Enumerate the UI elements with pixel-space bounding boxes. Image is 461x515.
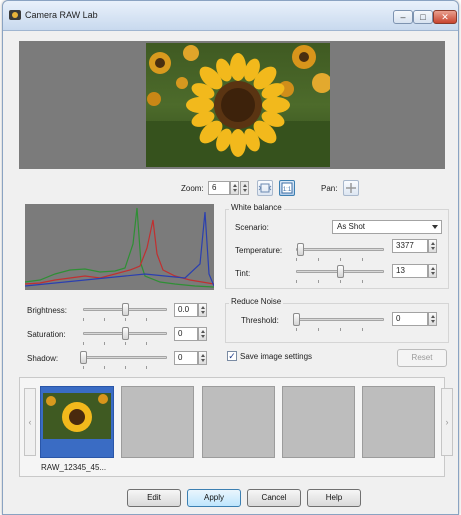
actual-size-icon[interactable]: 1:1 <box>279 180 295 196</box>
temperature-slider[interactable] <box>296 243 384 261</box>
svg-text:1:1: 1:1 <box>283 187 292 193</box>
temperature-input[interactable]: 3377 <box>392 239 428 253</box>
thumbnail-slot[interactable] <box>282 386 355 458</box>
brightness-spinner[interactable] <box>198 303 207 317</box>
slider-ticks <box>296 258 384 261</box>
close-button[interactable]: ✕ <box>433 10 457 24</box>
thumbnail-slot[interactable] <box>202 386 275 458</box>
thumbnail-selected[interactable] <box>40 386 114 458</box>
shadow-label: Shadow: <box>27 354 59 363</box>
threshold-input[interactable]: 0 <box>392 312 428 326</box>
help-button[interactable]: Help <box>307 489 361 507</box>
maximize-button[interactable]: □ <box>413 10 433 24</box>
zoom-label: Zoom: <box>181 184 204 193</box>
camera-raw-lab-window: Camera RAW Lab – □ ✕ Zoom: 6 1:1 Pan: Br… <box>2 0 459 515</box>
scenario-select[interactable]: As Shot <box>332 220 442 234</box>
pan-label: Pan: <box>321 184 338 193</box>
slider-ticks <box>83 342 167 345</box>
saturation-label: Saturation: <box>27 330 66 339</box>
slider-ticks <box>83 366 167 369</box>
slider-track[interactable] <box>296 318 384 321</box>
scenario-value: As Shot <box>337 222 366 231</box>
zoom-input[interactable]: 6 <box>208 181 230 195</box>
edit-button[interactable]: Edit <box>127 489 181 507</box>
sunflower-photo <box>146 43 330 167</box>
slider-track[interactable] <box>296 248 384 251</box>
threshold-label: Threshold: <box>241 316 279 325</box>
pan-icon[interactable] <box>343 180 359 196</box>
brightness-slider[interactable] <box>83 303 167 321</box>
shadow-input[interactable]: 0 <box>174 351 198 365</box>
reduce-noise-title: Reduce Noise <box>229 297 284 306</box>
thumbnail-slot[interactable] <box>362 386 435 458</box>
shadow-spinner[interactable] <box>198 351 207 365</box>
image-preview[interactable] <box>19 41 445 169</box>
slider-thumb[interactable] <box>80 351 87 364</box>
slider-thumb[interactable] <box>337 265 344 278</box>
histogram <box>24 204 215 290</box>
temperature-label: Temperature: <box>235 246 283 255</box>
white-balance-title: White balance <box>229 203 284 212</box>
zoom-dropdown-arrow[interactable] <box>240 181 249 195</box>
brightness-label: Brightness: <box>27 306 68 315</box>
scroll-left-button[interactable]: ‹ <box>24 388 36 456</box>
thumbnail-caption: RAW_12345_45... <box>41 463 107 472</box>
saturation-spinner[interactable] <box>198 327 207 341</box>
threshold-spinner[interactable] <box>428 312 437 326</box>
reset-button[interactable]: Reset <box>397 349 447 367</box>
temperature-spinner[interactable] <box>428 239 437 253</box>
zoom-spinner[interactable] <box>230 181 239 195</box>
save-settings-label: Save image settings <box>240 352 313 361</box>
saturation-input[interactable]: 0 <box>174 327 198 341</box>
slider-ticks <box>83 318 167 321</box>
tint-input[interactable]: 13 <box>392 264 428 278</box>
slider-ticks <box>296 328 384 331</box>
slider-ticks <box>296 280 384 283</box>
scroll-right-button[interactable]: › <box>441 388 453 456</box>
chevron-down-icon <box>432 225 438 232</box>
shadow-slider[interactable] <box>80 351 167 369</box>
slider-track[interactable] <box>83 356 167 359</box>
tint-label: Tint: <box>235 269 251 278</box>
app-icon <box>9 10 21 20</box>
slider-thumb[interactable] <box>122 327 129 340</box>
threshold-slider[interactable] <box>293 313 384 331</box>
scenario-label: Scenario: <box>235 223 269 232</box>
slider-thumb[interactable] <box>297 243 305 256</box>
fit-to-window-icon[interactable] <box>257 180 273 196</box>
thumbnail-slot[interactable] <box>121 386 194 458</box>
cancel-button[interactable]: Cancel <box>247 489 301 507</box>
apply-button[interactable]: Apply <box>187 489 241 507</box>
slider-thumb[interactable] <box>122 303 129 316</box>
tint-spinner[interactable] <box>428 264 437 278</box>
thumbnail-strip: ‹ RAW_12345_45... › <box>19 377 453 477</box>
save-settings-checkbox[interactable]: ✓ <box>227 351 237 361</box>
saturation-slider[interactable] <box>83 327 167 345</box>
brightness-input[interactable]: 0.0 <box>174 303 198 317</box>
title-bar: Camera RAW Lab – □ ✕ <box>3 1 458 31</box>
tint-slider[interactable] <box>296 265 384 283</box>
window-title: Camera RAW Lab <box>25 10 98 20</box>
minimize-button[interactable]: – <box>393 10 413 24</box>
slider-thumb[interactable] <box>293 313 300 326</box>
